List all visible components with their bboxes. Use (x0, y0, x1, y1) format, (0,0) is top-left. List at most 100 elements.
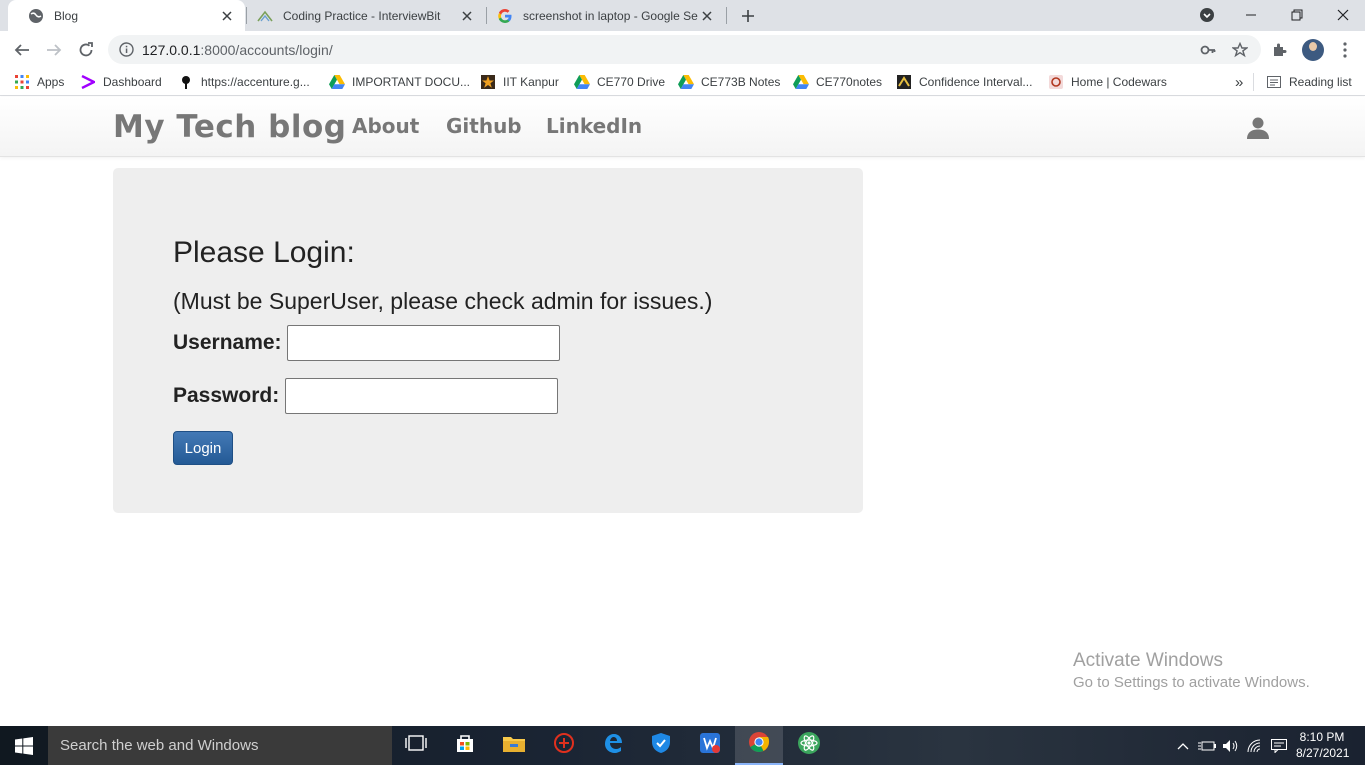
bookmark-apps[interactable]: Apps (14, 73, 64, 91)
username-input[interactable] (287, 325, 560, 361)
accenture-icon (80, 74, 96, 90)
tab-separator (726, 7, 727, 24)
taskbar-atom[interactable] (785, 726, 833, 765)
bookmark-label: CE770 Drive (597, 75, 666, 89)
login-button[interactable]: Login (173, 431, 233, 465)
bookmark-dashboard[interactable]: Dashboard (80, 73, 162, 91)
bookmark-label: Home | Codewars (1071, 75, 1167, 89)
username-label: Username: (173, 331, 282, 354)
close-tab-icon[interactable] (219, 8, 235, 24)
bookmark-label: https://accenture.g... (201, 75, 310, 89)
nav-about[interactable]: About (352, 114, 419, 138)
url-text: 127.0.0.1:8000/accounts/login/ (142, 42, 333, 58)
bookmark-label: Dashboard (103, 75, 162, 89)
pin-icon (178, 74, 194, 90)
drive-icon (678, 74, 694, 90)
bookmark-ce773b-notes[interactable]: CE773B Notes (678, 73, 780, 91)
taskbar-wps-app[interactable] (686, 726, 734, 765)
activate-windows-title: Activate Windows (1073, 650, 1223, 671)
windows-taskbar: Search the web and Windows 8:10 PM 8/27/… (0, 726, 1365, 765)
activate-windows-subtitle: Go to Settings to activate Windows. (1073, 674, 1310, 691)
chrome-icon (748, 731, 770, 758)
shield-icon (651, 732, 671, 759)
bookmark-codewars[interactable]: Home | Codewars (1048, 73, 1167, 91)
bookmark-label: IIT Kanpur (503, 75, 559, 89)
taskbar-edge[interactable] (589, 726, 637, 765)
url-path: :8000/accounts/login/ (200, 42, 333, 58)
taskbar-search-input[interactable]: Search the web and Windows (48, 726, 392, 765)
star-icon[interactable] (1231, 41, 1249, 59)
google-icon (497, 8, 513, 24)
apps-grid-icon (14, 74, 30, 90)
reading-list-button[interactable]: Reading list (1266, 73, 1352, 91)
reload-button[interactable] (74, 38, 98, 62)
task-view-button[interactable] (392, 726, 440, 765)
volume-icon[interactable] (1222, 737, 1240, 755)
tab-title: screenshot in laptop - Google Se (523, 8, 698, 23)
key-icon[interactable] (1199, 41, 1217, 59)
start-button[interactable] (0, 726, 48, 765)
tab-interviewbit[interactable]: Coding Practice - InterviewBit (247, 0, 485, 31)
site-navbar: My Tech blog About Github LinkedIn (0, 97, 1365, 157)
iitk-icon (480, 74, 496, 90)
taskbar-security-app[interactable] (637, 726, 685, 765)
nav-github[interactable]: Github (446, 114, 522, 138)
tab-title: Blog (54, 8, 79, 23)
globe-icon (28, 8, 44, 24)
more-bookmarks-button[interactable]: » (1235, 73, 1243, 91)
close-tab-icon[interactable] (459, 8, 475, 24)
login-heading: Please Login: (173, 236, 355, 269)
site-brand[interactable]: My Tech blog (113, 109, 346, 145)
tab-blog[interactable]: Blog (8, 0, 245, 31)
taskbar-game-app[interactable] (540, 726, 588, 765)
tab-search-button[interactable] (1184, 0, 1230, 29)
minimize-button[interactable] (1228, 0, 1274, 29)
taskbar-clock[interactable]: 8:10 PM 8/27/2021 (1296, 729, 1349, 761)
wifi-icon[interactable] (1247, 737, 1265, 755)
bookmark-label: Reading list (1289, 75, 1352, 89)
bookmark-ce770notes[interactable]: CE770notes (793, 73, 882, 91)
tray-show-hidden-icon[interactable] (1174, 737, 1192, 755)
battery-icon[interactable] (1198, 737, 1216, 755)
new-tab-button[interactable] (737, 5, 759, 27)
password-label: Password: (173, 384, 280, 407)
login-panel: Please Login: (Must be SuperUser, please… (113, 168, 863, 513)
password-input[interactable] (285, 378, 558, 414)
taskbar-file-explorer[interactable] (490, 726, 538, 765)
bookmark-important-docs[interactable]: IMPORTANT DOCU... (329, 73, 470, 91)
user-icon[interactable] (1246, 116, 1270, 140)
taskbar-store[interactable] (441, 726, 489, 765)
bookmark-ce770-drive[interactable]: CE770 Drive (574, 73, 665, 91)
tab-google-search[interactable]: screenshot in laptop - Google Se (487, 0, 725, 31)
store-icon (455, 733, 475, 758)
drive-icon (793, 74, 809, 90)
menu-dots-icon[interactable] (1336, 41, 1354, 59)
bookmark-label: CE770notes (816, 75, 883, 89)
bookmarks-bar: Apps Dashboard https://accenture.g... IM… (0, 68, 1365, 96)
extensions-icon[interactable] (1271, 41, 1289, 59)
drive-icon (329, 74, 345, 90)
interviewbit-icon (257, 8, 273, 24)
restore-button[interactable] (1274, 0, 1320, 29)
browser-toolbar: 127.0.0.1:8000/accounts/login/ (0, 31, 1365, 68)
nav-linkedin[interactable]: LinkedIn (546, 114, 642, 138)
site-info-icon[interactable] (119, 42, 134, 62)
address-bar[interactable]: 127.0.0.1:8000/accounts/login/ (108, 35, 1261, 64)
forward-button[interactable] (42, 38, 66, 62)
notifications-icon[interactable] (1270, 737, 1288, 755)
edge-icon (602, 732, 624, 759)
tab-strip: Blog Coding Practice - InterviewBit scre… (0, 0, 1365, 31)
reading-list-icon (1266, 74, 1282, 90)
task-view-icon (405, 735, 427, 756)
close-window-button[interactable] (1320, 0, 1365, 29)
back-button[interactable] (10, 38, 34, 62)
bookmark-confidence-interval[interactable]: Confidence Interval... (896, 73, 1032, 91)
url-host: 127.0.0.1 (142, 42, 201, 58)
close-tab-icon[interactable] (699, 8, 715, 24)
wps-icon (699, 732, 721, 759)
bookmark-iit-kanpur[interactable]: IIT Kanpur (480, 73, 559, 91)
codewars-icon (1048, 74, 1064, 90)
taskbar-chrome[interactable] (735, 726, 783, 765)
bookmark-accenture[interactable]: https://accenture.g... (178, 73, 310, 91)
profile-avatar[interactable] (1302, 39, 1324, 61)
